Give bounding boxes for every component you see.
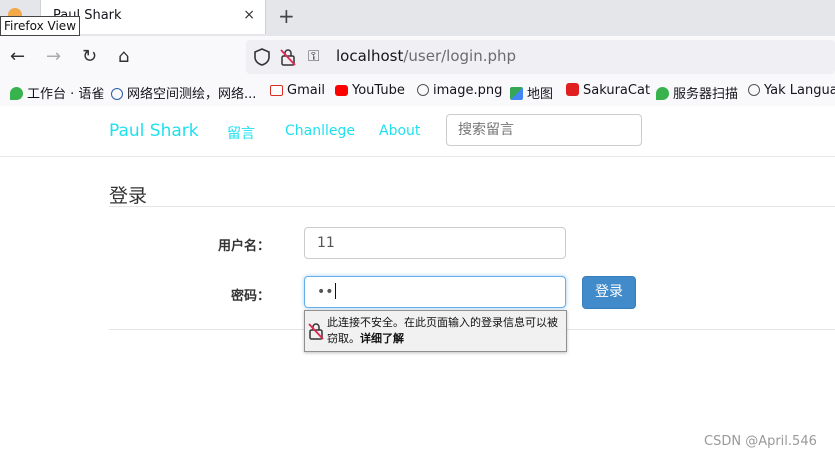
tab-strip: Paul Shark × + — [0, 0, 835, 36]
bookmark-label: Yak Languag — [764, 83, 835, 98]
username-field[interactable]: 11 — [304, 227, 566, 259]
bookmark-item[interactable]: 地图 — [510, 83, 553, 102]
bookmark-item[interactable]: Gmail — [270, 83, 325, 98]
nav-link-messages[interactable]: 留言 — [227, 123, 255, 143]
url-host: localhost — [336, 47, 404, 65]
new-tab-button[interactable]: + — [278, 4, 295, 28]
globe-icon — [748, 84, 760, 96]
back-button[interactable]: ← — [10, 46, 25, 67]
tab-close-icon[interactable]: × — [243, 7, 255, 23]
shield-icon[interactable] — [254, 48, 270, 70]
bookmark-label: 服务器扫描 — [673, 87, 739, 102]
login-button[interactable]: 登录 — [582, 276, 636, 309]
page-title: 登录 — [109, 185, 148, 207]
maps-icon — [510, 87, 523, 100]
warning-text: 此连接不安全。在此页面输入的登录信息可以被窃取。详细了解 — [327, 315, 563, 347]
divider — [109, 206, 835, 207]
bookmark-label: YouTube — [352, 83, 405, 98]
username-label: 用户名： — [218, 239, 271, 254]
url-path: /user/login.php — [403, 47, 517, 65]
bookmark-item[interactable]: YouTube — [335, 83, 405, 98]
forward-button[interactable]: → — [46, 46, 61, 67]
cat-icon — [566, 83, 579, 96]
learn-more-link[interactable]: 详细了解 — [360, 332, 404, 345]
insecure-lock-icon[interactable] — [280, 48, 296, 70]
insecure-login-warning: 此连接不安全。在此页面输入的登录信息可以被窃取。详细了解 — [304, 310, 567, 352]
navigation-toolbar: ← → ↻ ⌂ ⚿ localhost/user/login.php — [0, 36, 835, 78]
nav-link-challenge[interactable]: Chanllege — [285, 123, 355, 139]
globe-icon — [417, 84, 429, 96]
bookmark-item[interactable]: image.png — [417, 83, 502, 98]
reload-button[interactable]: ↻ — [82, 46, 97, 67]
tooltip: Firefox View — [0, 16, 81, 36]
password-label: 密码： — [231, 289, 271, 304]
password-field[interactable]: •• — [304, 276, 566, 308]
home-button[interactable]: ⌂ — [118, 46, 129, 67]
bookmark-label: image.png — [433, 83, 503, 98]
youtube-icon — [335, 85, 348, 96]
watermark: CSDN @April.546 — [704, 434, 817, 449]
bookmark-label: 网络空间测绘，网络... — [127, 87, 257, 102]
text-caret — [334, 283, 336, 299]
password-value: •• — [317, 284, 334, 300]
insecure-lock-icon — [308, 322, 324, 344]
page-content: Paul Shark 留言 Chanllege About 登录 用户名： 11… — [0, 106, 835, 460]
yuque-icon — [656, 87, 669, 100]
key-icon[interactable]: ⚿ — [308, 47, 319, 65]
search-input[interactable] — [446, 114, 642, 146]
url-text[interactable]: localhost/user/login.php — [336, 47, 516, 65]
yuque-icon — [10, 87, 23, 100]
site-brand[interactable]: Paul Shark — [109, 121, 199, 141]
bookmark-label: 地图 — [527, 87, 554, 102]
bookmark-label: SakuraCat — [583, 83, 651, 98]
url-bar[interactable]: ⚿ localhost/user/login.php — [246, 40, 835, 74]
bookmarks-toolbar: 工作台 · 语雀 网络空间测绘，网络... Gmail YouTube imag… — [0, 78, 835, 107]
bookmark-item[interactable]: 服务器扫描 — [656, 83, 738, 102]
bookmark-item[interactable]: 工作台 · 语雀 — [10, 83, 104, 102]
bookmark-item[interactable]: 网络空间测绘，网络... — [111, 83, 256, 102]
bookmark-label: Gmail — [287, 83, 325, 98]
nav-link-about[interactable]: About — [379, 123, 420, 139]
bookmark-label: 工作台 · 语雀 — [27, 87, 105, 102]
gmail-icon — [270, 85, 283, 96]
username-value: 11 — [317, 235, 335, 251]
bookmark-item[interactable]: SakuraCat — [566, 83, 650, 98]
bookmark-item[interactable]: Yak Languag — [748, 83, 835, 98]
site-navbar: Paul Shark 留言 Chanllege About — [0, 106, 835, 157]
fofa-icon — [111, 88, 123, 100]
